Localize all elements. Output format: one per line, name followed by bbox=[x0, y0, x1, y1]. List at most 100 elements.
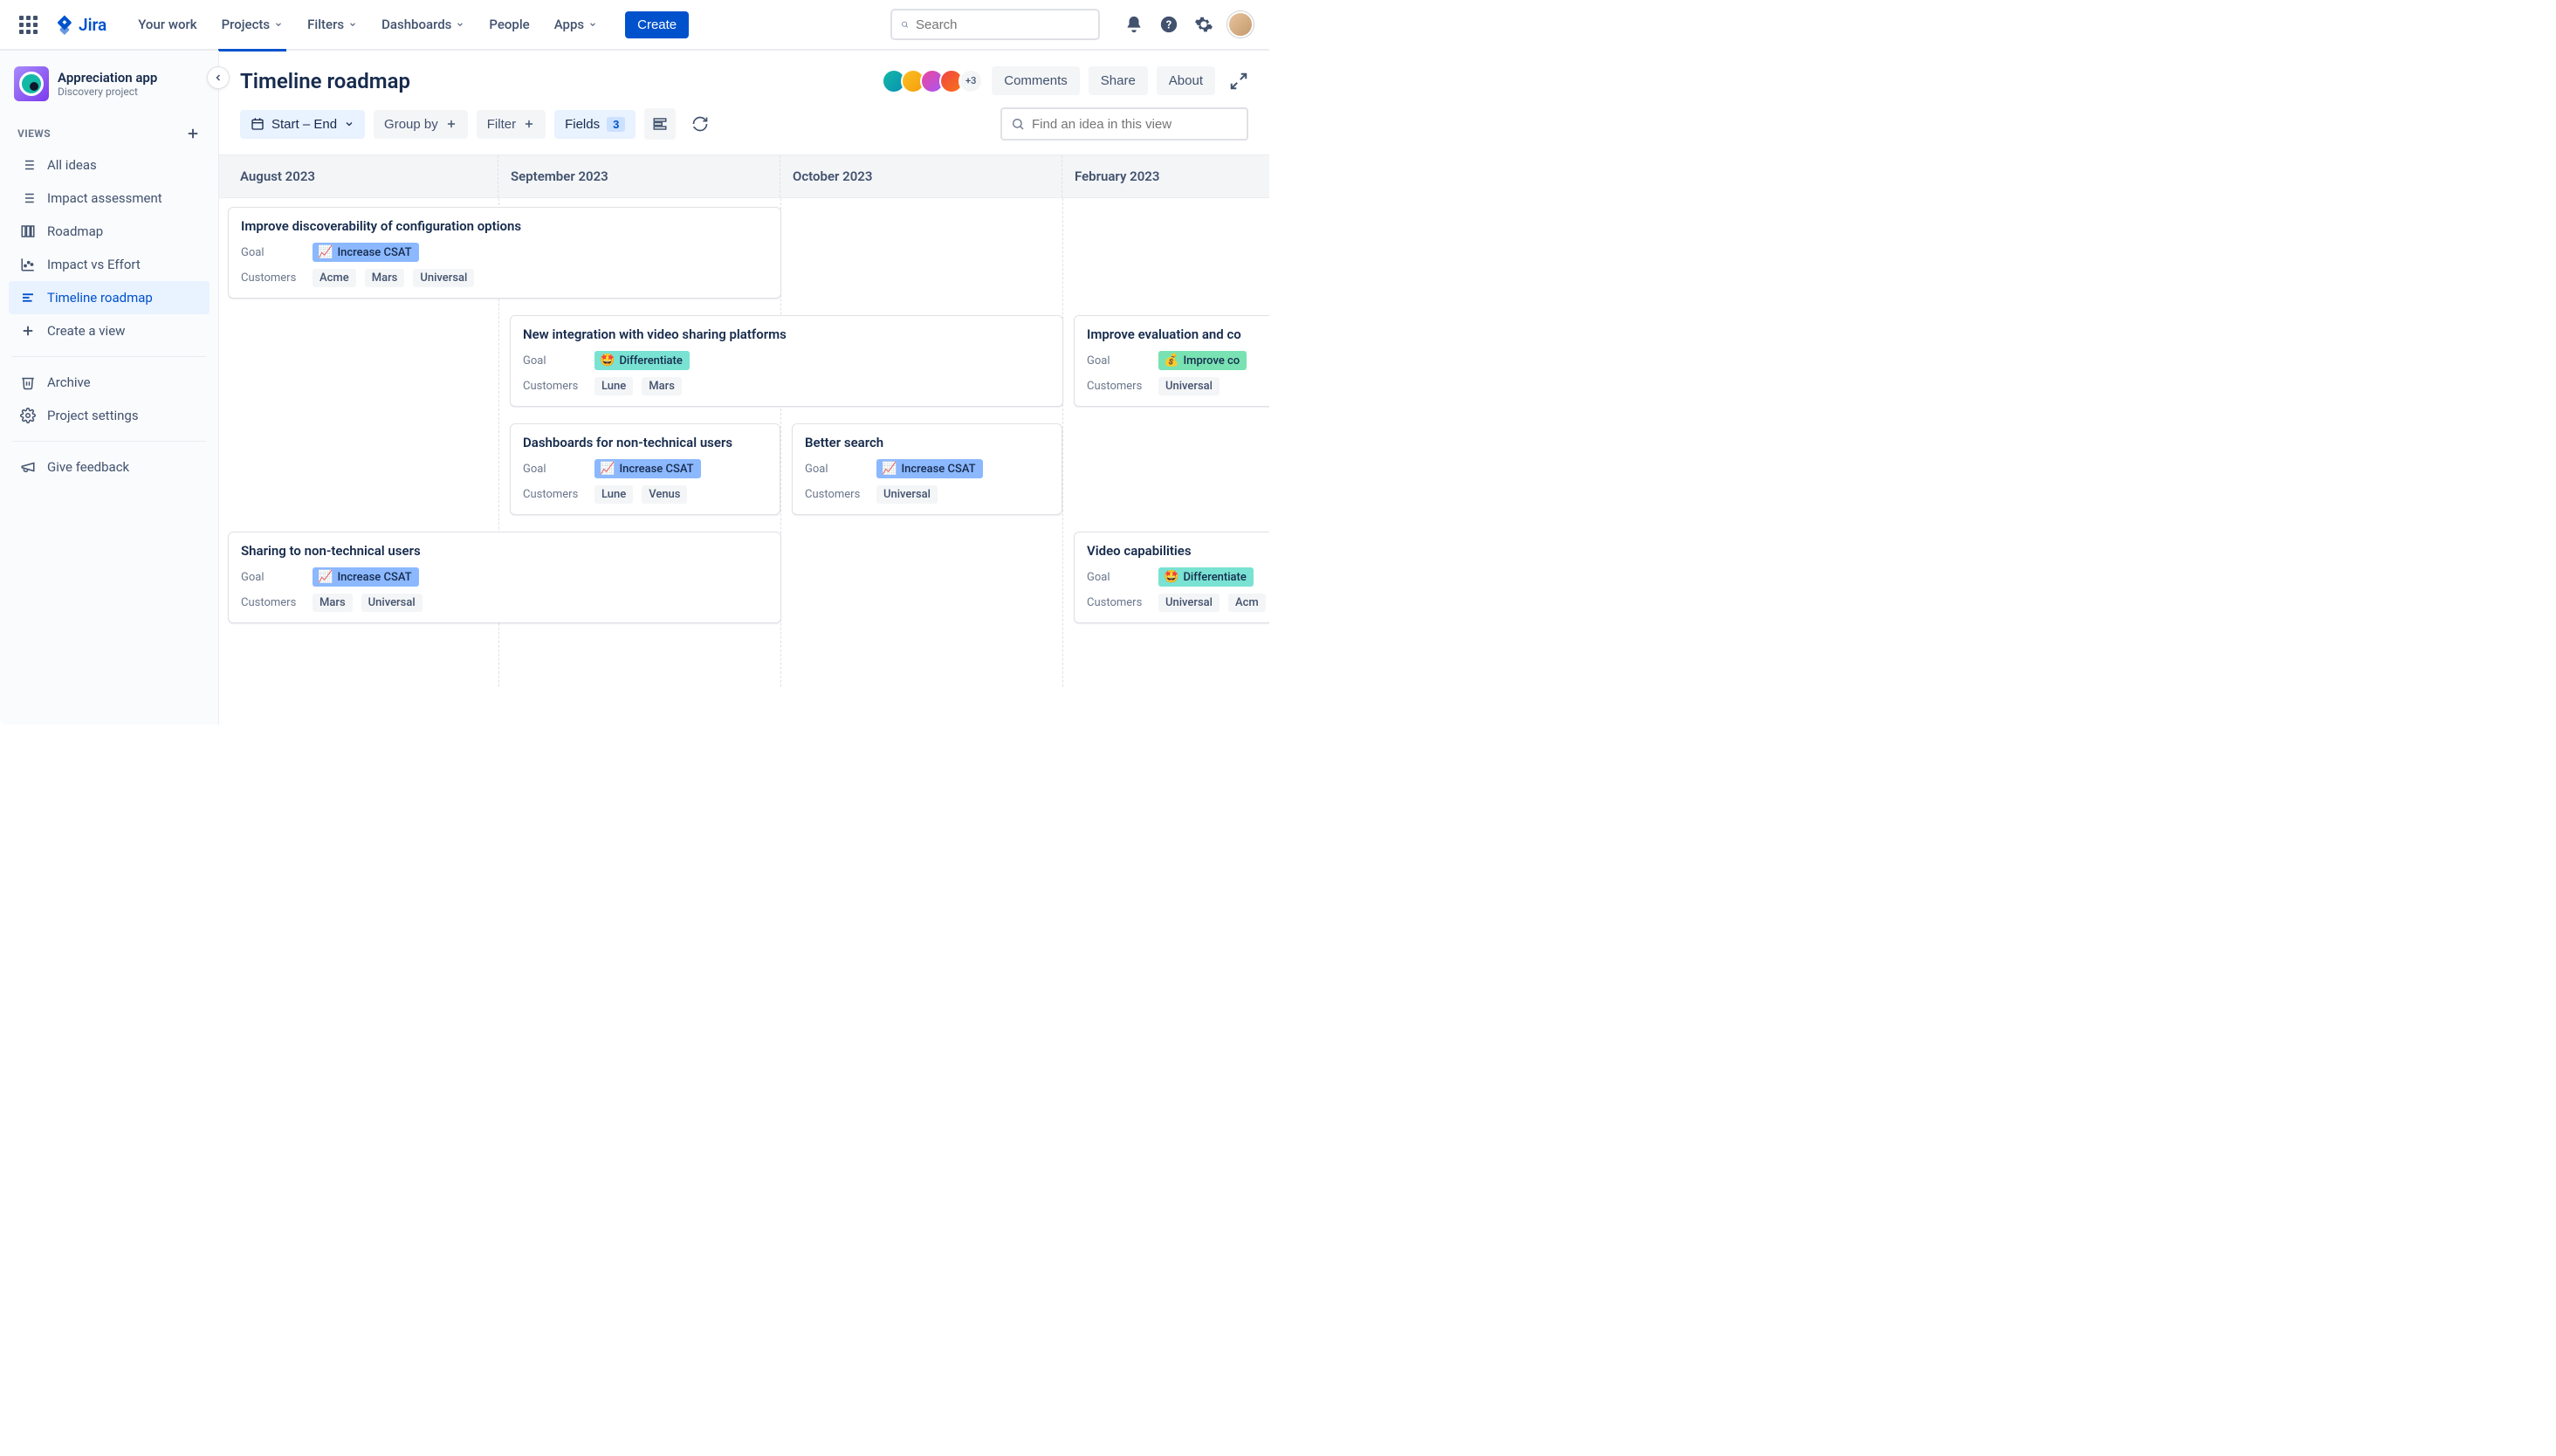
idea-card[interactable]: Improve evaluation and coGoal💰Improve co… bbox=[1074, 315, 1269, 407]
goal-emoji-icon: 📈 bbox=[600, 462, 615, 476]
jira-logo[interactable]: Jira bbox=[54, 14, 106, 35]
find-idea-search[interactable] bbox=[1000, 107, 1248, 141]
goal-label: Improve co bbox=[1183, 354, 1240, 367]
settings-icon[interactable] bbox=[1192, 13, 1215, 36]
autosave-button[interactable] bbox=[684, 108, 716, 140]
collaborator-avatars[interactable]: +3 bbox=[887, 69, 983, 93]
notifications-icon[interactable] bbox=[1123, 13, 1145, 36]
goal-emoji-icon: 📈 bbox=[318, 245, 333, 259]
nav-item-dashboards[interactable]: Dashboards bbox=[369, 0, 477, 50]
goal-tag: 📈Increase CSAT bbox=[313, 243, 419, 262]
idea-card[interactable]: Video capabilitiesGoal🤩DifferentiateCust… bbox=[1074, 532, 1269, 623]
sidebar-give-feedback[interactable]: Give feedback bbox=[9, 450, 210, 484]
help-icon[interactable]: ? bbox=[1158, 13, 1180, 36]
month-column-header: August 2023 bbox=[219, 155, 498, 197]
global-search-input[interactable] bbox=[916, 17, 1089, 32]
product-name: Jira bbox=[79, 15, 106, 35]
project-subtitle: Discovery project bbox=[58, 86, 157, 98]
field-label-goal: Goal bbox=[241, 571, 304, 584]
goal-label: Increase CSAT bbox=[901, 463, 975, 476]
group-by-label: Group by bbox=[384, 117, 438, 132]
chevron-down-icon bbox=[274, 20, 283, 29]
board-icon bbox=[19, 223, 37, 240]
goal-label: Increase CSAT bbox=[337, 571, 411, 584]
goal-emoji-icon: 💰 bbox=[1164, 354, 1178, 367]
card-title: Dashboards for non-technical users bbox=[523, 435, 767, 450]
filter-button[interactable]: Filter bbox=[477, 110, 546, 139]
nav-item-people[interactable]: People bbox=[477, 0, 541, 50]
page-title: Timeline roadmap bbox=[240, 69, 410, 93]
layout-button[interactable] bbox=[644, 108, 676, 140]
sidebar-item-label: Timeline roadmap bbox=[47, 290, 153, 306]
idea-card[interactable]: Improve discoverability of configuration… bbox=[228, 207, 781, 299]
comments-button[interactable]: Comments bbox=[992, 66, 1080, 95]
card-title: Improve discoverability of configuration… bbox=[241, 218, 768, 234]
goal-emoji-icon: 📈 bbox=[882, 462, 897, 476]
sidebar-item-label: Impact vs Effort bbox=[47, 257, 141, 272]
card-title: Improve evaluation and co bbox=[1087, 326, 1269, 342]
sidebar-item-create-a-view[interactable]: Create a view bbox=[9, 314, 210, 347]
idea-card[interactable]: New integration with video sharing platf… bbox=[510, 315, 1063, 407]
sidebar-item-label: All ideas bbox=[47, 157, 97, 173]
card-title: Better search bbox=[805, 435, 1049, 450]
nav-item-label: Your work bbox=[138, 17, 196, 32]
date-range-button[interactable]: Start – End bbox=[240, 110, 365, 139]
nav-item-label: Apps bbox=[554, 17, 584, 32]
nav-item-your-work[interactable]: Your work bbox=[126, 0, 209, 50]
group-by-button[interactable]: Group by bbox=[374, 110, 468, 139]
field-label-goal: Goal bbox=[805, 463, 868, 476]
share-button[interactable]: Share bbox=[1089, 66, 1148, 95]
nav-item-projects[interactable]: Projects bbox=[210, 0, 296, 50]
goal-tag: 🤩Differentiate bbox=[594, 351, 690, 370]
sidebar: Appreciation app Discovery project VIEWS… bbox=[0, 51, 219, 725]
fullscreen-icon[interactable] bbox=[1229, 72, 1248, 91]
sidebar-item-impact-assessment[interactable]: Impact assessment bbox=[9, 182, 210, 215]
sidebar-item-label: Give feedback bbox=[47, 459, 129, 475]
fields-count-badge: 3 bbox=[607, 117, 625, 132]
goal-emoji-icon: 📈 bbox=[318, 570, 333, 584]
nav-item-label: People bbox=[489, 17, 529, 32]
global-search[interactable] bbox=[890, 9, 1100, 40]
collapse-sidebar-button[interactable] bbox=[207, 66, 230, 89]
calendar-icon bbox=[251, 117, 265, 131]
goal-tag: 📈Increase CSAT bbox=[594, 459, 701, 478]
filter-label: Filter bbox=[487, 117, 516, 132]
goal-tag: 🤩Differentiate bbox=[1158, 567, 1254, 587]
sidebar-item-timeline-roadmap[interactable]: Timeline roadmap bbox=[9, 281, 210, 314]
fields-button[interactable]: Fields 3 bbox=[554, 110, 636, 139]
sidebar-project-settings[interactable]: Project settings bbox=[9, 399, 210, 432]
customer-tag: Lune bbox=[594, 485, 633, 504]
idea-card[interactable]: Sharing to non-technical usersGoal📈Incre… bbox=[228, 532, 781, 623]
create-button[interactable]: Create bbox=[625, 11, 689, 38]
sidebar-item-label: Project settings bbox=[47, 408, 139, 423]
customer-tag: Mars bbox=[313, 594, 353, 612]
project-name: Appreciation app bbox=[58, 70, 157, 86]
sidebar-item-impact-vs-effort[interactable]: Impact vs Effort bbox=[9, 248, 210, 281]
card-title: New integration with video sharing platf… bbox=[523, 326, 1050, 342]
search-icon bbox=[901, 17, 909, 32]
app-switcher-icon[interactable] bbox=[16, 12, 40, 37]
timeline-icon bbox=[19, 289, 37, 306]
avatar-more[interactable]: +3 bbox=[958, 69, 983, 93]
chevron-left-icon bbox=[213, 72, 223, 83]
sidebar-item-all-ideas[interactable]: All ideas bbox=[9, 148, 210, 182]
gear-icon bbox=[19, 407, 37, 424]
user-avatar[interactable] bbox=[1227, 11, 1254, 38]
find-idea-input[interactable] bbox=[1032, 117, 1238, 132]
add-view-icon[interactable] bbox=[185, 126, 201, 141]
nav-item-filters[interactable]: Filters bbox=[295, 0, 369, 50]
idea-card[interactable]: Better searchGoal📈Increase CSATCustomers… bbox=[792, 423, 1062, 515]
sidebar-archive[interactable]: Archive bbox=[9, 366, 210, 399]
customer-tag: Acm bbox=[1228, 594, 1266, 612]
sidebar-item-roadmap[interactable]: Roadmap bbox=[9, 215, 210, 248]
card-title: Video capabilities bbox=[1087, 543, 1269, 559]
customer-tag: Mars bbox=[642, 377, 682, 395]
about-button[interactable]: About bbox=[1157, 66, 1215, 95]
field-label-customers: Customers bbox=[523, 488, 586, 501]
list-icon bbox=[19, 189, 37, 207]
idea-card[interactable]: Dashboards for non-technical usersGoal📈I… bbox=[510, 423, 780, 515]
nav-item-apps[interactable]: Apps bbox=[542, 0, 609, 50]
top-nav: Jira Your work Projects FiltersDashboards P… bbox=[0, 0, 1269, 51]
nav-item-label: Projects bbox=[222, 17, 271, 32]
project-icon bbox=[14, 66, 49, 101]
